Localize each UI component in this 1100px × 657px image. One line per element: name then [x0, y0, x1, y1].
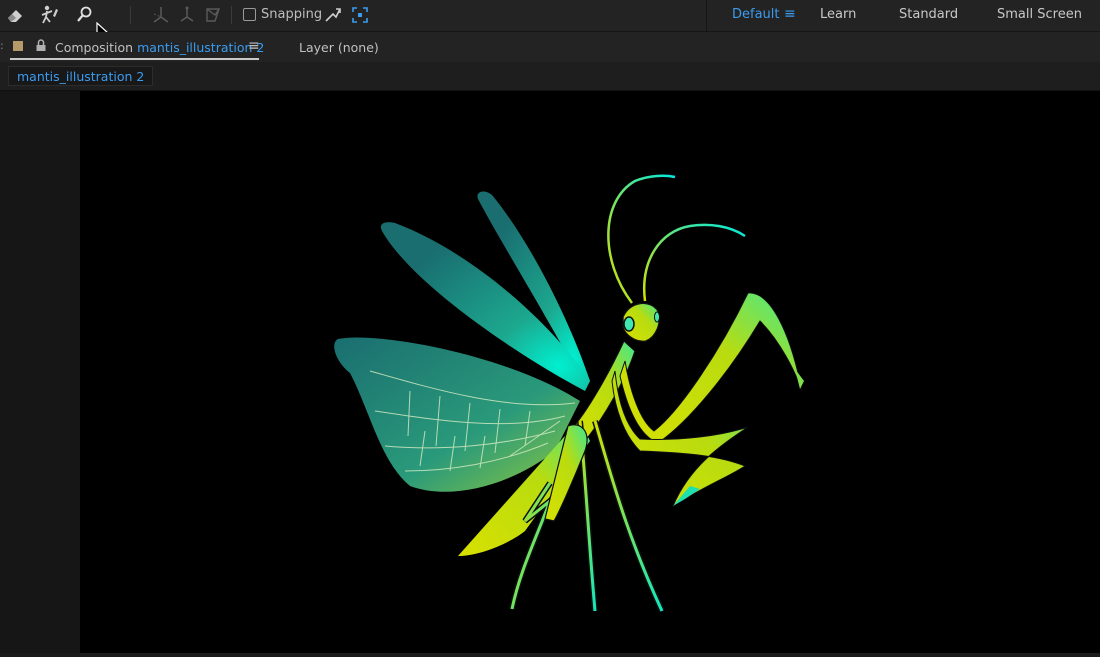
mantis-illustration: [334, 174, 804, 613]
workspace-menu-icon[interactable]: ≡: [784, 6, 796, 22]
mantis-antenna-2: [642, 223, 746, 302]
puppet-tool-button[interactable]: [36, 2, 62, 28]
mantis-antenna-1: [607, 174, 676, 304]
workspace-default[interactable]: Default: [732, 7, 780, 22]
composition-name: mantis_illustration 2: [137, 40, 265, 55]
workspace-learn[interactable]: Learn: [820, 7, 856, 22]
toolbar-separator: [231, 6, 232, 24]
roto-brush-icon: [77, 6, 92, 22]
composition-prefix: Composition: [55, 40, 134, 55]
snapping-label: Snapping: [261, 7, 323, 22]
eraser-tool-button[interactable]: [2, 2, 28, 28]
snap-bounds-button[interactable]: [347, 2, 373, 28]
tools-toolbar: Snapping Default ≡ Learn Standard Small …: [0, 0, 1100, 32]
workspace-divider: [706, 0, 707, 31]
lock-icon[interactable]: [35, 39, 47, 52]
snapping-checkbox[interactable]: [243, 8, 256, 21]
eraser-icon: [8, 10, 22, 22]
toolbar-separator: [130, 6, 131, 24]
axis-world-tool-button[interactable]: [174, 2, 200, 28]
active-tab-indicator: [10, 58, 259, 60]
comp-navigator-tab[interactable]: mantis_illustration 2: [8, 66, 153, 86]
axis-local-tool-button[interactable]: [148, 2, 174, 28]
snap-edges-button[interactable]: [320, 2, 346, 28]
composition-canvas[interactable]: [80, 91, 1100, 653]
workspace-small-screen[interactable]: Small Screen: [997, 7, 1082, 22]
workspace-standard[interactable]: Standard: [899, 7, 958, 22]
world-axis-icon: [180, 6, 194, 22]
view-axis-icon: [206, 8, 220, 22]
puppet-pin-icon: [41, 5, 58, 24]
axis-view-tool-button[interactable]: [200, 2, 226, 28]
panel-menu-icon[interactable]: ≡: [248, 38, 260, 54]
composition-tab[interactable]: Composition mantis_illustration 2: [55, 40, 264, 55]
mantis-eye: [623, 316, 635, 332]
composition-viewer[interactable]: [0, 91, 1100, 653]
comp-color-swatch[interactable]: [13, 41, 23, 51]
layer-panel-tab[interactable]: Layer (none): [299, 40, 379, 55]
snap-bounds-icon: [352, 7, 368, 23]
local-axis-icon: [153, 7, 169, 23]
composition-navigator-bar: mantis_illustration 2: [0, 62, 1100, 91]
roto-brush-tool-button[interactable]: [71, 2, 97, 28]
snap-edges-icon: [325, 8, 341, 22]
panel-collapse-icon[interactable]: :: [0, 39, 4, 52]
